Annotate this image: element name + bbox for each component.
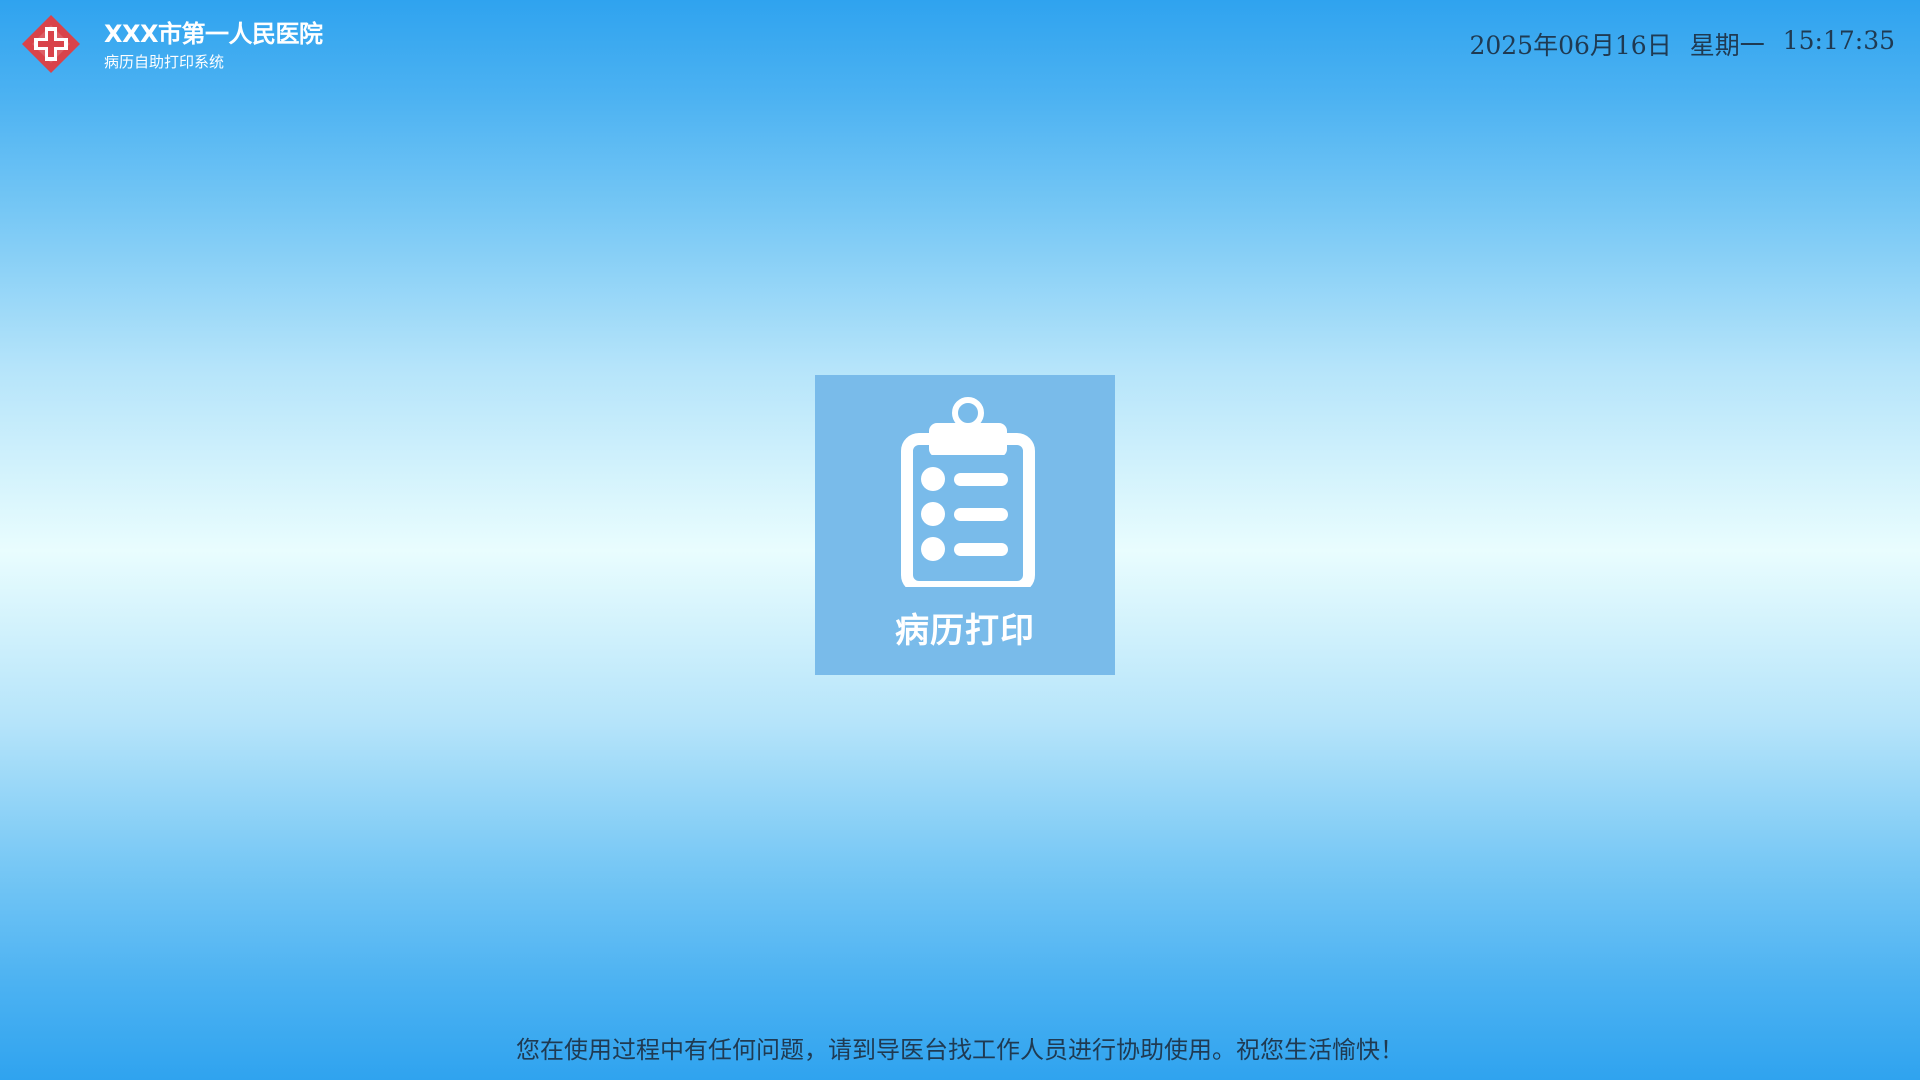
- system-name: 病历自助打印系统: [104, 53, 225, 71]
- medical-record-print-button[interactable]: 病历打印: [815, 375, 1115, 675]
- current-time: 15:17:35: [1782, 26, 1895, 55]
- clipboard-list-icon: [901, 397, 1035, 587]
- current-date: 2025年06月16日: [1469, 31, 1672, 60]
- hospital-name: XXX市第一人民医院: [104, 20, 323, 48]
- hospital-logo-icon: [22, 15, 80, 73]
- datetime-display: 2025年06月16日 星期一 15:17:35: [1469, 26, 1895, 62]
- help-notice: 您在使用过程中有任何问题，请到导医台找工作人员进行协助使用。祝您生活愉快！: [516, 1036, 1404, 1064]
- current-weekday: 星期一: [1689, 31, 1765, 60]
- tile-label: 病历打印: [895, 611, 1035, 651]
